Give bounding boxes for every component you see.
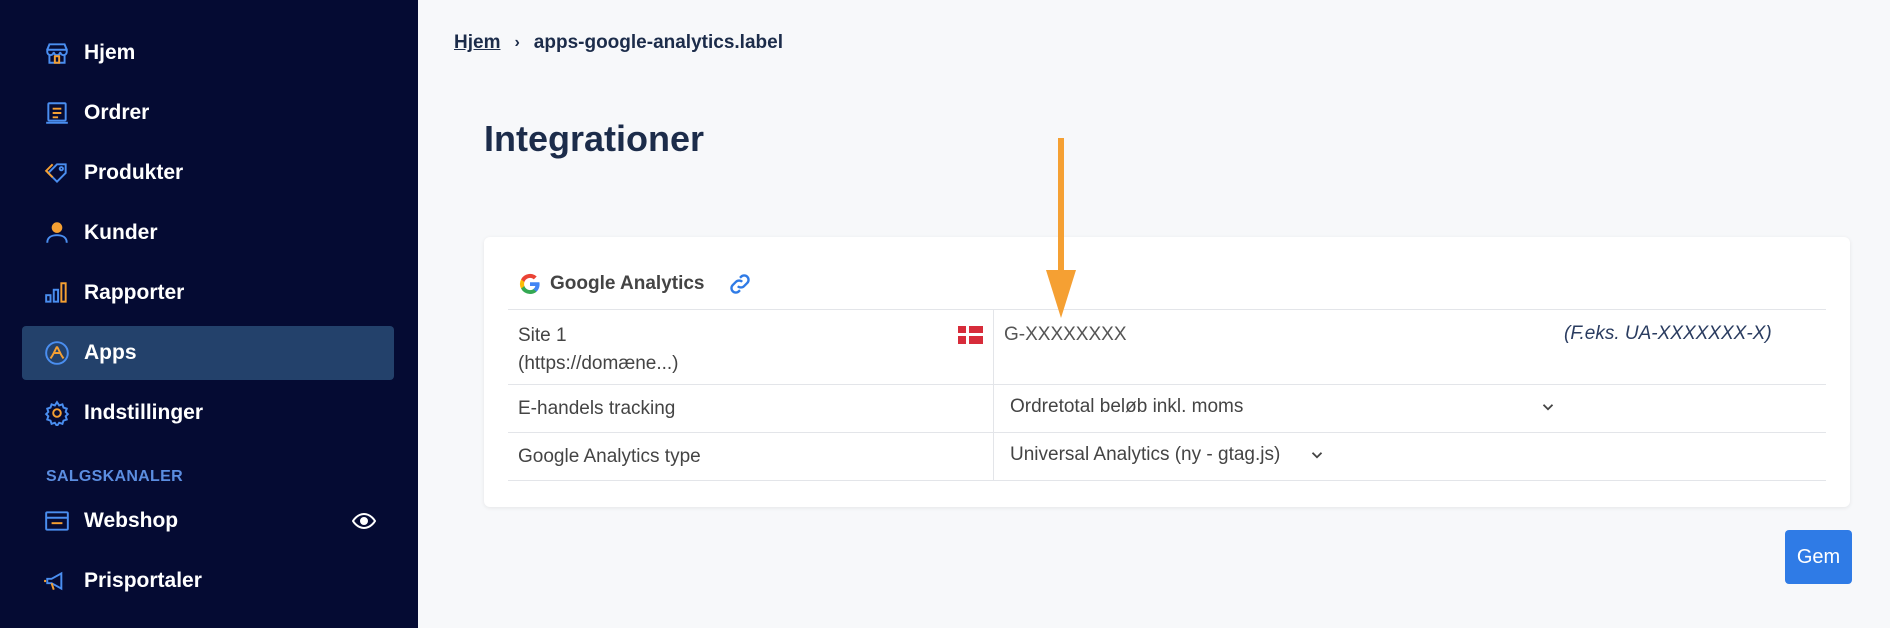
danish-flag-icon xyxy=(958,326,983,344)
google-logo-icon xyxy=(519,273,540,295)
sidebar-item-hjem[interactable]: Hjem xyxy=(22,26,394,80)
breadcrumb-current: apps-google-analytics.label xyxy=(533,32,783,53)
chevron-down-icon xyxy=(1543,404,1554,411)
card-title: Google Analytics xyxy=(550,273,705,294)
sidebar-item-label: Indstillinger xyxy=(84,401,204,424)
apps-icon xyxy=(44,340,70,366)
table-row: E-handels tracking Ordretotal beløb inkl… xyxy=(508,385,1826,433)
sidebar-item-kunder[interactable]: Kunder xyxy=(22,206,394,260)
analytics-type-select[interactable]: Universal Analytics (ny - gtag.js) xyxy=(994,433,1826,480)
sidebar-item-label: Ordrer xyxy=(84,101,150,124)
site-url-label: (https://domæne...) xyxy=(518,353,679,374)
save-button[interactable]: Gem xyxy=(1785,530,1852,584)
table-row: Google Analytics type Universal Analytic… xyxy=(508,433,1826,481)
analytics-type-label: Google Analytics type xyxy=(508,433,994,480)
link-icon[interactable] xyxy=(727,271,753,297)
sidebar-item-label: Kunder xyxy=(84,221,158,244)
select-wrap[interactable]: Ordretotal beløb inkl. moms xyxy=(1004,395,1557,419)
sidebar-item-rapporter[interactable]: Rapporter xyxy=(22,266,394,320)
breadcrumb: Hjem › apps-google-analytics.label xyxy=(454,32,783,54)
breadcrumb-home-link[interactable]: Hjem xyxy=(454,32,500,54)
main-content: Hjem › apps-google-analytics.label Integ… xyxy=(418,0,1890,628)
site-label-cell: Site 1 (https://domæne...) xyxy=(508,310,994,384)
sidebar-item-label: Hjem xyxy=(84,41,136,64)
gear-icon xyxy=(44,400,70,426)
sidebar-item-label: Produkter xyxy=(84,161,184,184)
sidebar-item-produkter[interactable]: Produkter xyxy=(22,146,394,200)
google-analytics-card: Google Analytics Site 1 (https://domæne.… xyxy=(484,237,1850,507)
ecommerce-tracking-value: Ordretotal beløb inkl. moms xyxy=(1010,396,1244,417)
sidebar-item-apps[interactable]: Apps xyxy=(22,326,394,380)
sidebar: Hjem Ordrer Produkter Kunder Rapporter A… xyxy=(0,0,418,628)
person-icon xyxy=(44,220,70,246)
sidebar-item-label: Rapporter xyxy=(84,281,185,304)
chevron-right-icon: › xyxy=(514,34,520,51)
tag-icon xyxy=(44,160,70,186)
shop-window-icon xyxy=(44,508,70,534)
sidebar-item-ordrer[interactable]: Ordrer xyxy=(22,86,394,140)
ecommerce-tracking-select[interactable]: Ordretotal beløb inkl. moms xyxy=(994,385,1826,432)
tracking-id-cell: (F.eks. UA-XXXXXXX-X) xyxy=(994,310,1826,384)
settings-table: Site 1 (https://domæne...) (F.eks. UA-XX… xyxy=(508,309,1826,481)
chevron-down-icon xyxy=(1312,452,1323,459)
analytics-type-value: Universal Analytics (ny - gtag.js) xyxy=(1010,444,1281,465)
section-label-salgskanaler: SALGSKANALER xyxy=(46,468,183,485)
store-icon xyxy=(44,40,70,66)
tracking-id-input[interactable] xyxy=(1004,322,1504,348)
sidebar-item-label: Prisportaler xyxy=(84,569,202,592)
ecommerce-tracking-label: E-handels tracking xyxy=(508,385,994,432)
sidebar-item-indstillinger[interactable]: Indstillinger xyxy=(22,386,394,440)
eye-icon[interactable] xyxy=(352,509,376,533)
site-label: Site 1 xyxy=(518,325,567,346)
sidebar-item-webshop[interactable]: Webshop xyxy=(22,494,394,548)
table-row: Site 1 (https://domæne...) (F.eks. UA-XX… xyxy=(508,310,1826,385)
megaphone-icon xyxy=(44,568,70,594)
page-title: Integrationer xyxy=(484,118,705,159)
tracking-id-hint: (F.eks. UA-XXXXXXX-X) xyxy=(1564,323,1772,344)
bar-chart-icon xyxy=(44,280,70,306)
sidebar-item-label: Webshop xyxy=(84,509,179,532)
sidebar-item-label: Apps xyxy=(84,341,137,364)
annotation-arrow-icon xyxy=(1046,138,1076,318)
list-icon xyxy=(44,100,70,126)
card-header: Google Analytics xyxy=(518,271,753,297)
select-wrap[interactable]: Universal Analytics (ny - gtag.js) xyxy=(1004,443,1326,467)
sidebar-item-prisportaler[interactable]: Prisportaler xyxy=(22,554,394,608)
